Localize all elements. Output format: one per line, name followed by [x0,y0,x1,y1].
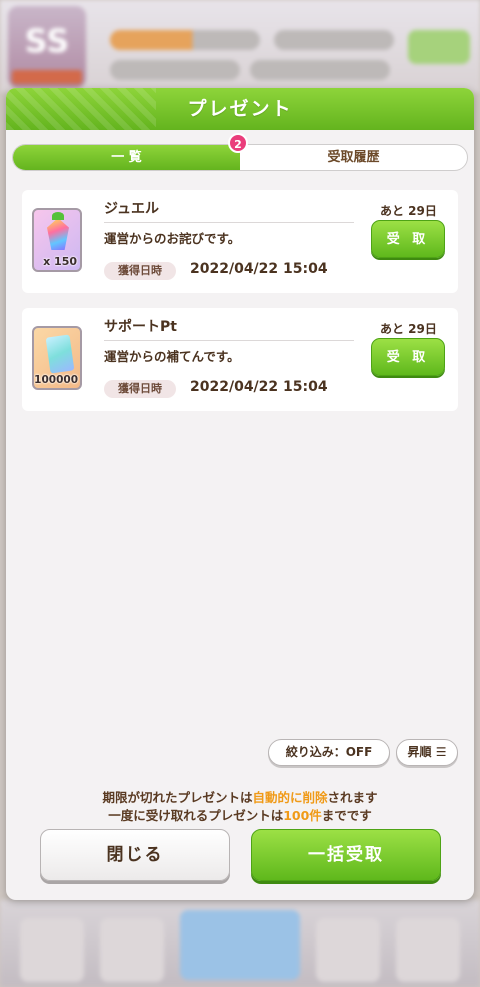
sort-lines-icon: ☰ [435,745,447,759]
rank-badge: SS [8,6,86,88]
support-pt-icon: x100000 [32,326,82,390]
date-label: 獲得日時 [104,380,176,398]
background-stamina-bar [110,30,260,50]
sort-order-button[interactable]: 昇順 ☰ [396,739,458,766]
background-money-bar [110,60,240,80]
present-tabs: 一 覧 2 受取履歴 [12,133,468,171]
sort-order-label: 昇順 [407,745,432,759]
background-nav-tab [316,918,380,982]
present-list-item: x 150 ジュエル 運営からのお詫びです。 獲得日時 2022/04/22 1… [22,190,458,293]
notice-text-part: 一度に受け取れるプレゼントは [108,808,284,823]
dialog-title: プレゼント [187,98,293,120]
present-list-item: x100000 サポートPt 運営からの補てんです。 獲得日時 2022/04/… [22,308,458,411]
ticket-shape [45,334,75,374]
item-name: ジュエル [104,198,354,223]
background-nav-tab [100,918,164,982]
dialog-header: プレゼント [6,88,474,130]
rank-badge-label: SS [24,22,70,60]
tab-history-label: 受取履歴 [327,150,380,165]
notice-line-1: 期限が切れたプレゼントは自動的に削除されます [6,789,474,807]
background-jewel-bar [250,60,390,80]
notice-highlight: 100件 [283,808,322,823]
item-quantity: x 150 [43,255,77,268]
gem-shape [47,218,69,250]
notice-text: 期限が切れたプレゼントは自動的に削除されます 一度に受け取れるプレゼントは100… [6,789,474,825]
jewel-icon: x 150 [32,208,82,272]
item-name: サポートPt [104,316,354,341]
item-description: 運営からのお詫びです。 [104,231,241,246]
item-quantity: x100000 [32,374,78,386]
tab-list[interactable]: 一 覧 2 [13,133,248,170]
notice-text-part: までです [321,808,372,823]
background-status-bar [274,30,394,50]
tab-list-label: 一 覧 [111,150,142,165]
rank-sub-label [12,70,82,84]
item-description: 運営からの補てんです。 [104,349,240,364]
gem-leaf-shape [52,212,64,220]
receive-button[interactable]: 受 取 [371,338,445,376]
background-nav-tab [396,918,460,982]
present-dialog: プレゼント 一 覧 2 受取履歴 x 150 ジュエル 運営からのお詫びです。 … [6,88,474,900]
date-value: 2022/04/22 15:04 [190,261,328,277]
close-button[interactable]: 閉じる [40,829,230,881]
filter-button[interactable]: 絞り込み：OFF [268,739,390,766]
background-nav-tab-home [180,910,300,980]
remaining-days: あと 29日 [380,322,437,336]
date-label: 獲得日時 [104,262,176,280]
bulk-receive-button[interactable]: 一括受取 [251,829,441,881]
tab-history[interactable]: 受取履歴 [240,145,467,170]
date-value: 2022/04/22 15:04 [190,379,328,395]
notice-line-2: 一度に受け取れるプレゼントは100件までです [6,807,474,825]
notice-highlight: 自動的に削除 [252,790,328,805]
background-nav-tab [20,918,84,982]
receive-button[interactable]: 受 取 [371,220,445,258]
notice-text-part: 期限が切れたプレゼントは [102,790,253,805]
background-menu-button [408,30,470,64]
remaining-days: あと 29日 [380,204,437,218]
notice-text-part: されます [327,790,378,805]
